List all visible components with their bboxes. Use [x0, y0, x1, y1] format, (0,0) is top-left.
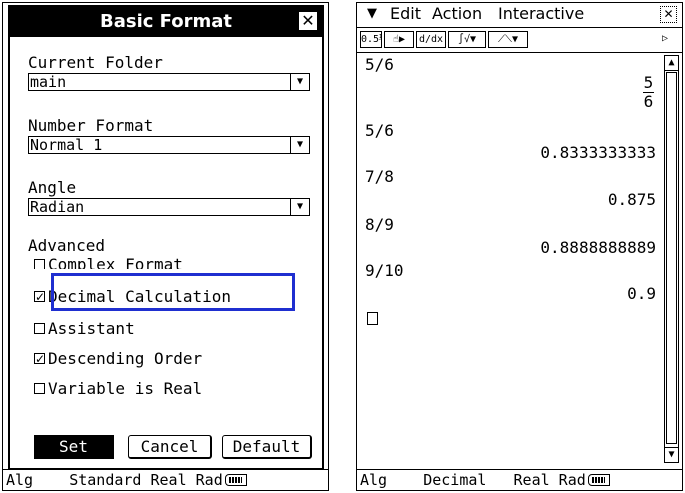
entry-input: 7/8	[365, 167, 394, 186]
basic-format-dialog: Basic Format ✕ Current Folder main ▼ Num…	[8, 5, 324, 470]
status-bar: Alg Decimal Real Rad	[357, 469, 682, 490]
fraction-denominator: 6	[643, 92, 654, 111]
toolbar-scroll-right-icon[interactable]: ▷	[656, 31, 674, 48]
close-icon[interactable]: ✕	[298, 11, 318, 31]
entry-input: 9/10	[365, 261, 404, 280]
toolbar: 0.5⅟ ☝▶ d/dx ∫√▼ ⟋⟍▼ ▷	[357, 27, 682, 53]
cancel-button[interactable]: Cancel	[128, 435, 212, 459]
scroll-down-icon[interactable]: ▼	[665, 447, 678, 462]
main-application-screen: ▼ Edit Action Interactive ✕ 0.5⅟ ☝▶ d/dx…	[356, 2, 683, 491]
angle-select[interactable]: Radian ▼	[28, 198, 310, 216]
current-folder-label: Current Folder	[28, 53, 163, 72]
menu-action[interactable]: Action	[432, 3, 482, 25]
chevron-down-icon[interactable]: ▼	[290, 199, 309, 215]
checkbox-box	[34, 383, 45, 394]
complex-format-checkbox[interactable]: Complex Format	[34, 255, 183, 269]
number-format-select[interactable]: Normal 1 ▼	[28, 136, 310, 154]
chevron-down-icon[interactable]: ▼	[290, 137, 309, 153]
status-bar: Alg Standard Real Rad	[3, 469, 328, 490]
battery-icon	[587, 474, 610, 486]
status-text: Alg Decimal Real Rad	[360, 471, 586, 489]
complex-format-label: Complex Format	[48, 255, 183, 269]
menu-interactive[interactable]: Interactive	[498, 3, 584, 25]
chevron-down-icon[interactable]: ▼	[290, 74, 309, 90]
set-button[interactable]: Set	[34, 435, 114, 459]
dialog-title: Basic Format	[10, 7, 322, 37]
menu-chevron-icon[interactable]: ▼	[367, 3, 377, 25]
vertical-scrollbar[interactable]: ▲ ▼	[664, 55, 679, 463]
highlight-box	[51, 273, 295, 311]
fraction-numerator: 5	[643, 73, 654, 92]
checkbox-box	[34, 259, 45, 269]
menu-bar: ▼ Edit Action Interactive ✕	[357, 3, 682, 25]
descending-order-checkbox[interactable]: Descending Order	[34, 349, 202, 369]
advanced-label: Advanced	[28, 236, 106, 255]
assistant-label: Assistant	[48, 319, 135, 338]
variable-is-real-label: Variable is Real	[48, 379, 203, 398]
fraction-output: 5 6	[643, 75, 654, 110]
descending-order-label: Descending Order	[48, 349, 203, 368]
angle-label: Angle	[28, 178, 77, 197]
current-folder-value: main	[30, 73, 67, 91]
current-folder-select[interactable]: main ▼	[28, 73, 310, 91]
hand-execute-icon[interactable]: ☝▶	[384, 31, 414, 48]
entry-output: 0.8333333333	[540, 143, 656, 162]
derivative-icon[interactable]: d/dx	[416, 31, 446, 48]
math-keyboard-icon[interactable]: ∫√▼	[448, 31, 486, 48]
number-format-value: Normal 1	[30, 136, 103, 154]
checkbox-box	[34, 323, 45, 334]
checkmark-icon	[34, 287, 45, 307]
basic-format-screen: Basic Format ✕ Current Folder main ▼ Num…	[2, 2, 329, 491]
work-area[interactable]: 5/6 5 6 5/6 0.8333333333 7/8 0.875 8/9 0…	[365, 55, 658, 467]
assistant-checkbox[interactable]: Assistant	[34, 319, 135, 339]
graph-icon[interactable]: ⟋⟍▼	[488, 31, 528, 48]
close-icon[interactable]: ✕	[660, 6, 677, 23]
menu-edit[interactable]: Edit	[390, 3, 421, 25]
scroll-up-icon[interactable]: ▲	[665, 56, 678, 71]
entry-input: 5/6	[365, 55, 394, 74]
fraction-decimal-toggle-icon[interactable]: 0.5⅟	[360, 31, 382, 48]
entry-input: 8/9	[365, 215, 394, 234]
entry-output: 0.9	[627, 284, 656, 303]
checkmark-icon	[34, 349, 45, 369]
battery-icon	[224, 474, 247, 486]
scroll-thumb[interactable]	[666, 72, 677, 444]
input-cursor[interactable]	[367, 312, 378, 325]
entry-output: 0.8888888889	[540, 238, 656, 257]
status-text: Alg Standard Real Rad	[6, 471, 223, 489]
default-button[interactable]: Default	[222, 435, 312, 459]
entry-output: 0.875	[607, 190, 656, 209]
angle-value: Radian	[30, 198, 85, 216]
variable-is-real-checkbox[interactable]: Variable is Real	[34, 379, 202, 399]
entry-input: 5/6	[365, 121, 394, 140]
number-format-label: Number Format	[28, 116, 154, 135]
